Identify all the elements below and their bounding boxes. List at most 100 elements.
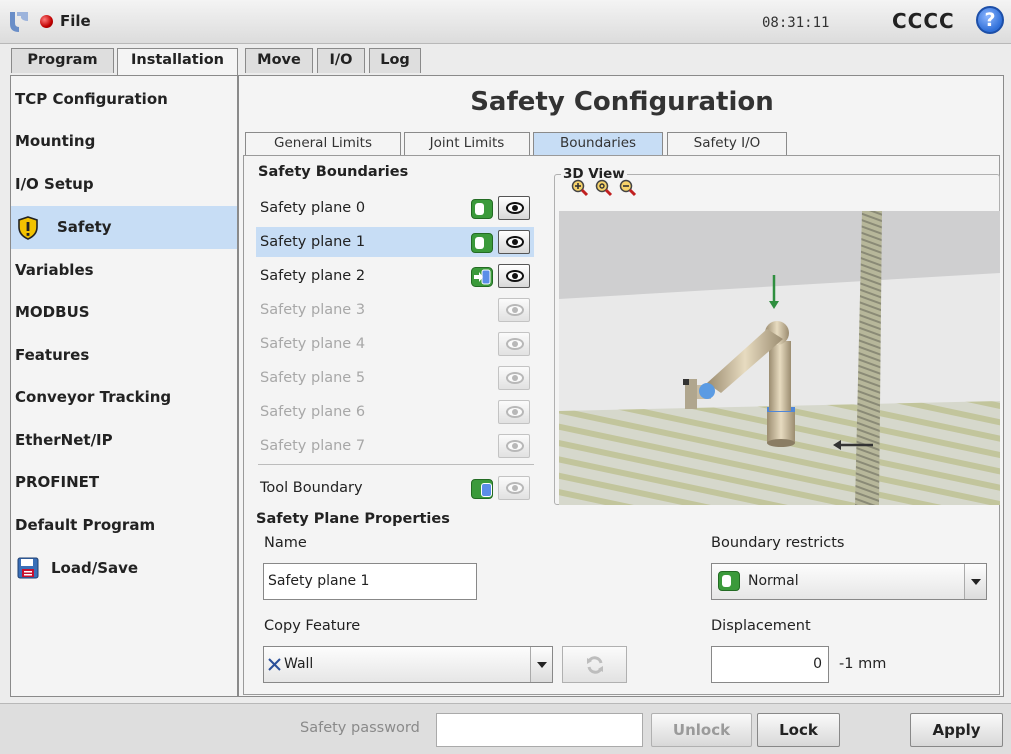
separator: [258, 464, 534, 465]
sidebar-item-load-save[interactable]: Load/Save: [11, 548, 237, 588]
3d-viewport[interactable]: [559, 211, 1000, 505]
floppy-disk-icon: [17, 557, 39, 579]
plane-label: Safety plane 1: [260, 234, 366, 250]
displacement-label: Displacement: [711, 618, 811, 634]
safety-password-input[interactable]: [436, 713, 643, 747]
plane-label: Tool Boundary: [260, 480, 363, 496]
visibility-toggle-button[interactable]: [498, 476, 530, 500]
tab-joint-limits[interactable]: Joint Limits: [404, 132, 530, 155]
sidebar-item-ethernet-ip[interactable]: EtherNet/IP: [11, 420, 237, 460]
zoom-in-icon[interactable]: [571, 179, 589, 197]
tab-installation[interactable]: Installation: [117, 48, 238, 75]
visibility-toggle-button[interactable]: [498, 264, 530, 288]
safety-configuration-panel: Safety Configuration General Limits Join…: [238, 75, 1004, 697]
displacement-field[interactable]: 0: [711, 646, 829, 683]
boundary-restricts-select[interactable]: Normal: [711, 563, 987, 600]
trigger-reduced-mode-icon[interactable]: [471, 267, 493, 287]
eye-icon: [506, 270, 524, 282]
chevron-down-icon: [964, 564, 986, 599]
eye-icon: [506, 372, 524, 384]
plane-label: Safety plane 4: [260, 336, 366, 352]
feature-axis-icon: [268, 658, 281, 671]
safety-plane-row-6[interactable]: Safety plane 6: [256, 397, 534, 427]
ur-logo-icon: [10, 12, 28, 32]
safety-plane-row-7[interactable]: Safety plane 7: [256, 431, 534, 461]
eye-icon: [506, 406, 524, 418]
plane-label: Safety plane 2: [260, 268, 366, 284]
sidebar-item-safety[interactable]: Safety: [11, 206, 237, 249]
name-label: Name: [264, 535, 307, 551]
tab-log[interactable]: Log: [369, 48, 421, 73]
visibility-toggle-button[interactable]: [498, 366, 530, 390]
sidebar-item-variables[interactable]: Variables: [11, 250, 237, 290]
lock-button[interactable]: Lock: [757, 713, 840, 747]
visibility-toggle-button[interactable]: [498, 400, 530, 424]
tab-program[interactable]: Program: [11, 48, 114, 73]
sidebar-item-conveyor-tracking[interactable]: Conveyor Tracking: [11, 377, 237, 417]
zoom-reset-icon[interactable]: [595, 179, 613, 197]
normal-mode-icon[interactable]: [471, 233, 493, 253]
robot-name: CCCC: [892, 9, 955, 33]
boundaries-content: Safety Boundaries Safety plane 0 Safety …: [243, 155, 1000, 695]
visibility-toggle-button[interactable]: [498, 230, 530, 254]
visibility-toggle-button[interactable]: [498, 332, 530, 356]
sidebar-item-label: Load/Save: [51, 559, 139, 577]
sidebar-item-io-setup[interactable]: I/O Setup: [11, 164, 237, 204]
3d-view-group: 3D View: [554, 166, 1000, 505]
plane-label: Safety plane 3: [260, 302, 366, 318]
boundary-restricts-value: Normal: [748, 573, 799, 589]
clock: 08:31:11: [762, 15, 830, 31]
refresh-feature-button[interactable]: [562, 646, 627, 683]
copy-feature-label: Copy Feature: [264, 618, 361, 634]
sidebar-item-mounting[interactable]: Mounting: [11, 121, 237, 161]
sidebar-item-label: Safety: [57, 218, 112, 236]
tab-boundaries[interactable]: Boundaries: [533, 132, 663, 155]
safety-plane-row-0[interactable]: Safety plane 0: [256, 193, 534, 223]
plane-label: Safety plane 7: [260, 438, 366, 454]
tab-move[interactable]: Move: [245, 48, 313, 73]
eye-icon: [506, 304, 524, 316]
plane-label: Safety plane 6: [260, 404, 366, 420]
eye-icon: [506, 202, 524, 214]
eye-icon: [506, 236, 524, 248]
plane-label: Safety plane 5: [260, 370, 366, 386]
tool-mode-icon[interactable]: [471, 479, 493, 499]
tool-boundary-row[interactable]: Tool Boundary: [256, 473, 534, 503]
tab-safety-io[interactable]: Safety I/O: [667, 132, 787, 155]
normal-mode-icon: [718, 571, 740, 591]
safety-plane-row-3[interactable]: Safety plane 3: [256, 295, 534, 325]
boundary-restricts-label: Boundary restricts: [711, 535, 845, 551]
polyscope-window: File 08:31:11 CCCC ? Program Installatio…: [0, 0, 1011, 754]
sidebar-item-default-program[interactable]: Default Program: [11, 505, 237, 545]
safety-plane-row-5[interactable]: Safety plane 5: [256, 363, 534, 393]
sidebar-item-features[interactable]: Features: [11, 335, 237, 375]
sidebar-item-tcp-configuration[interactable]: TCP Configuration: [11, 79, 237, 119]
zoom-out-icon[interactable]: [619, 179, 637, 197]
safety-plane-row-2[interactable]: Safety plane 2: [256, 261, 534, 291]
bottom-bar: Safety password Unlock Lock Apply: [0, 703, 1011, 754]
sidebar-item-profinet[interactable]: PROFINET: [11, 462, 237, 502]
page-title: Safety Configuration: [470, 87, 774, 117]
apply-button[interactable]: Apply: [910, 713, 1003, 747]
unlock-button[interactable]: Unlock: [651, 713, 752, 747]
visibility-toggle-button[interactable]: [498, 434, 530, 458]
safety-boundaries-title: Safety Boundaries: [258, 164, 409, 180]
normal-mode-icon[interactable]: [471, 199, 493, 219]
robot-status-icon[interactable]: [40, 15, 53, 28]
copy-feature-value: Wall: [284, 656, 314, 672]
name-field[interactable]: Safety plane 1: [263, 563, 477, 600]
visibility-toggle-button[interactable]: [498, 298, 530, 322]
plane-label: Safety plane 0: [260, 200, 366, 216]
safety-plane-row-1[interactable]: Safety plane 1: [256, 227, 534, 257]
copy-feature-select[interactable]: Wall: [263, 646, 553, 683]
eye-icon: [506, 482, 524, 494]
tab-general-limits[interactable]: General Limits: [245, 132, 401, 155]
tab-io[interactable]: I/O: [317, 48, 365, 73]
eye-icon: [506, 440, 524, 452]
sidebar-item-modbus[interactable]: MODBUS: [11, 292, 237, 332]
safety-plane-row-4[interactable]: Safety plane 4: [256, 329, 534, 359]
refresh-icon: [587, 656, 603, 674]
help-icon[interactable]: ?: [976, 6, 1004, 34]
file-menu[interactable]: File: [60, 12, 91, 30]
visibility-toggle-button[interactable]: [498, 196, 530, 220]
